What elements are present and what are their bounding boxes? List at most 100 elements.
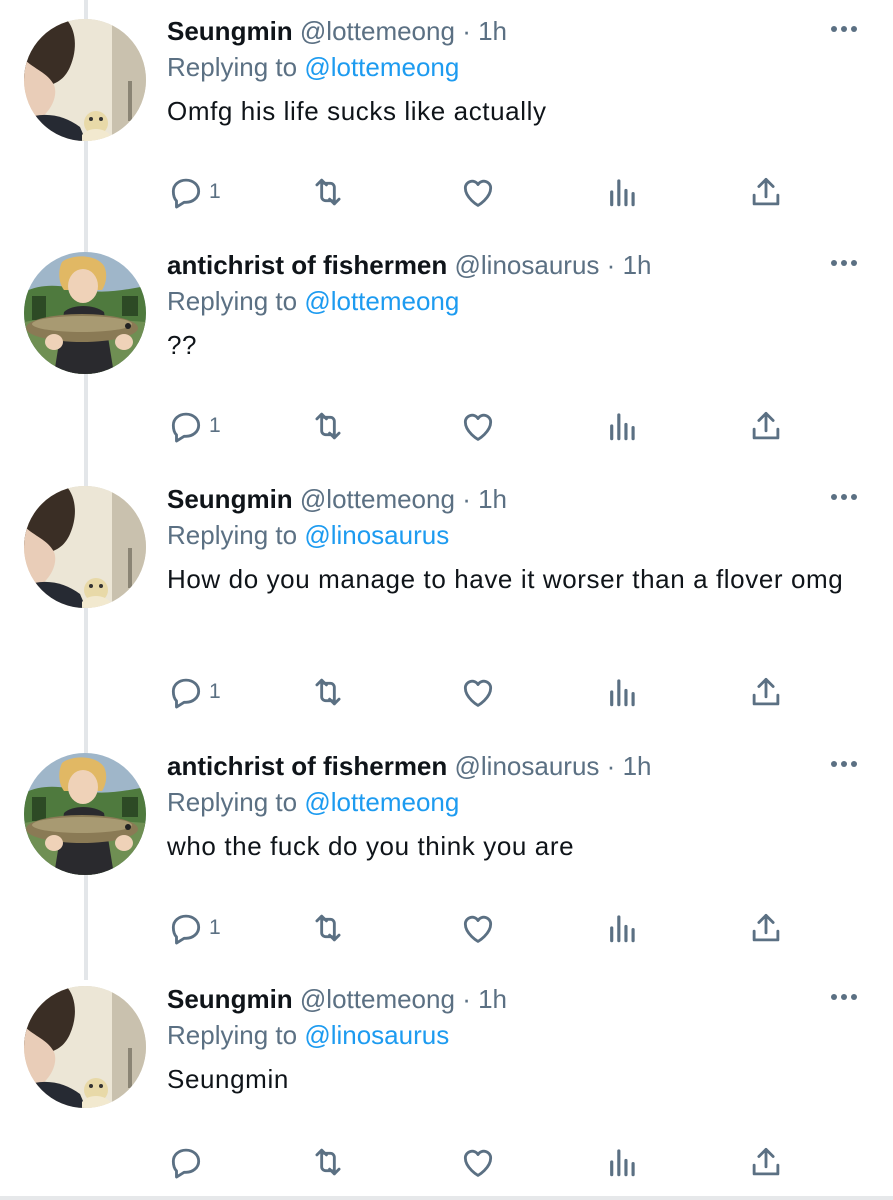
timestamp[interactable]: 1h bbox=[623, 250, 652, 280]
tweet-text: Omfg his life sucks like actually bbox=[167, 96, 547, 126]
like-icon bbox=[459, 407, 497, 445]
tweet-text: who the fuck do you think you are bbox=[167, 831, 575, 861]
tweet-text: ?? bbox=[167, 330, 198, 360]
user-handle[interactable]: @lottemeong bbox=[300, 16, 455, 46]
replying-to-line: Replying to @lottemeong bbox=[167, 783, 853, 821]
like-button[interactable] bbox=[459, 670, 497, 714]
profile-photo-image bbox=[24, 252, 146, 374]
reply-count: 1 bbox=[209, 180, 221, 203]
avatar-seungmin[interactable] bbox=[24, 19, 146, 141]
retweet-icon bbox=[309, 407, 347, 445]
retweet-button[interactable] bbox=[309, 170, 347, 214]
display-name[interactable]: antichrist of fishermen bbox=[167, 751, 447, 781]
tweet-text: How do you manage to have it worser than… bbox=[167, 564, 844, 594]
tweet-header: Seungmin @lottemeong · 1h bbox=[167, 14, 853, 48]
retweet-icon bbox=[309, 909, 347, 947]
avatar-linosaurus[interactable] bbox=[24, 252, 146, 374]
display-name[interactable]: antichrist of fishermen bbox=[167, 250, 447, 280]
share-icon bbox=[747, 173, 785, 211]
tweet-header: antichrist of fishermen @linosaurus · 1h bbox=[167, 749, 853, 783]
stats-button[interactable] bbox=[603, 170, 641, 214]
reply-button[interactable]: 1 bbox=[167, 170, 221, 214]
timestamp[interactable]: 1h bbox=[478, 484, 507, 514]
mention-link[interactable]: @lottemeong bbox=[304, 286, 459, 316]
reply-count: 1 bbox=[209, 680, 221, 703]
display-name[interactable]: Seungmin bbox=[167, 984, 293, 1014]
reply-icon bbox=[167, 909, 205, 947]
reply-button[interactable]: 1 bbox=[167, 670, 221, 714]
avatar-seungmin[interactable] bbox=[24, 486, 146, 608]
mention-link[interactable]: @linosaurus bbox=[304, 1020, 449, 1050]
more-icon[interactable] bbox=[829, 990, 859, 1004]
mention-link[interactable]: @lottemeong bbox=[304, 787, 459, 817]
reply-button[interactable]: 1 bbox=[167, 404, 221, 448]
share-icon bbox=[747, 407, 785, 445]
stats-icon bbox=[603, 173, 641, 211]
stats-icon bbox=[603, 1143, 641, 1181]
timestamp[interactable]: 1h bbox=[623, 751, 652, 781]
retweet-button[interactable] bbox=[309, 404, 347, 448]
stats-button[interactable] bbox=[603, 670, 641, 714]
reply-icon bbox=[167, 1143, 205, 1181]
avatar-linosaurus[interactable] bbox=[24, 753, 146, 875]
more-icon[interactable] bbox=[829, 490, 859, 504]
tweet-header: Seungmin @lottemeong · 1h bbox=[167, 982, 853, 1016]
like-icon bbox=[459, 673, 497, 711]
share-button[interactable] bbox=[747, 1140, 785, 1184]
like-button[interactable] bbox=[459, 1140, 497, 1184]
mention-link[interactable]: @linosaurus bbox=[304, 520, 449, 550]
retweet-button[interactable] bbox=[309, 906, 347, 950]
share-button[interactable] bbox=[747, 670, 785, 714]
replying-to-label: Replying to bbox=[167, 1020, 298, 1050]
like-icon bbox=[459, 173, 497, 211]
separator-dot: · bbox=[462, 984, 471, 1014]
like-button[interactable] bbox=[459, 906, 497, 950]
user-handle[interactable]: @lottemeong bbox=[300, 984, 455, 1014]
reply-button[interactable]: 1 bbox=[167, 906, 221, 950]
stats-button[interactable] bbox=[603, 404, 641, 448]
separator-dot: · bbox=[462, 16, 471, 46]
tweet-actions: 1 bbox=[167, 670, 797, 714]
stats-button[interactable] bbox=[603, 1140, 641, 1184]
more-icon[interactable] bbox=[829, 757, 859, 771]
tweet-actions: 1 bbox=[167, 906, 797, 950]
tweet-actions: 1 bbox=[167, 404, 797, 448]
share-icon bbox=[747, 1143, 785, 1181]
user-handle[interactable]: @linosaurus bbox=[455, 751, 600, 781]
replying-to-label: Replying to bbox=[167, 520, 298, 550]
reply-icon bbox=[167, 173, 205, 211]
like-button[interactable] bbox=[459, 404, 497, 448]
share-button[interactable] bbox=[747, 404, 785, 448]
like-icon bbox=[459, 909, 497, 947]
separator-dot: · bbox=[606, 250, 616, 280]
share-button[interactable] bbox=[747, 906, 785, 950]
retweet-button[interactable] bbox=[309, 1140, 347, 1184]
reply-button[interactable] bbox=[167, 1140, 205, 1184]
separator-dot: · bbox=[462, 484, 471, 514]
avatar-seungmin[interactable] bbox=[24, 986, 146, 1108]
separator-dot: · bbox=[606, 751, 616, 781]
timestamp[interactable]: 1h bbox=[478, 984, 507, 1014]
timestamp[interactable]: 1h bbox=[478, 16, 507, 46]
stats-button[interactable] bbox=[603, 906, 641, 950]
display-name[interactable]: Seungmin bbox=[167, 484, 293, 514]
replying-to-label: Replying to bbox=[167, 52, 298, 82]
display-name[interactable]: Seungmin bbox=[167, 16, 293, 46]
stats-icon bbox=[603, 909, 641, 947]
user-handle[interactable]: @linosaurus bbox=[455, 250, 600, 280]
reply-icon bbox=[167, 407, 205, 445]
like-icon bbox=[459, 1143, 497, 1181]
user-handle[interactable]: @lottemeong bbox=[300, 484, 455, 514]
reply-icon bbox=[167, 673, 205, 711]
tweet-body: Seungmin @lottemeong · 1h Replying to @l… bbox=[167, 14, 853, 129]
replying-to-label: Replying to bbox=[167, 286, 298, 316]
retweet-button[interactable] bbox=[309, 670, 347, 714]
more-icon[interactable] bbox=[829, 256, 859, 270]
tweet-body: antichrist of fishermen @linosaurus · 1h… bbox=[167, 749, 853, 864]
stats-icon bbox=[603, 407, 641, 445]
mention-link[interactable]: @lottemeong bbox=[304, 52, 459, 82]
share-button[interactable] bbox=[747, 170, 785, 214]
more-icon[interactable] bbox=[829, 22, 859, 36]
replying-to-line: Replying to @lottemeong bbox=[167, 282, 853, 320]
like-button[interactable] bbox=[459, 170, 497, 214]
